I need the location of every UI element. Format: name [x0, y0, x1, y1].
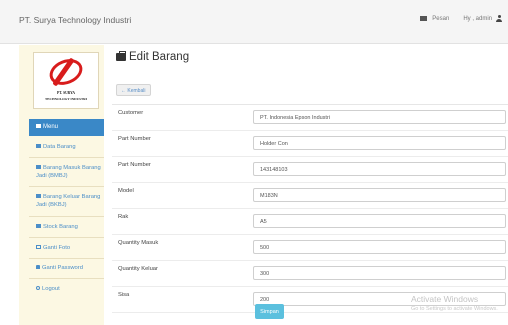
- lock-icon: [36, 265, 40, 269]
- menu-divider: [29, 258, 104, 259]
- sidebar-item-label: Ganti Foto: [43, 245, 71, 251]
- menu-divider: [29, 216, 104, 217]
- brand-title[interactable]: PT. Surya Technology Industri: [19, 15, 131, 25]
- sidebar-item-barang-keluar[interactable]: Barang Keluar Barang Jadi (BKBJ): [29, 194, 104, 209]
- rak-input[interactable]: A5: [253, 214, 506, 228]
- field-label: Sisa: [118, 292, 130, 298]
- save-button[interactable]: Simpan: [255, 304, 284, 319]
- menu-divider: [29, 237, 104, 238]
- form-row-quantity-keluar: Quantity Keluar 300: [112, 261, 508, 287]
- menu-header[interactable]: Menu: [29, 119, 104, 136]
- edit-barang-form: Customer PT. Indonesia Epson Industri Pa…: [112, 104, 508, 325]
- menu-divider: [29, 278, 104, 279]
- logo-text-line2: TECHNOLOGY INDUSTRI: [45, 97, 87, 101]
- menu-divider: [29, 186, 104, 187]
- field-label: Part Number: [118, 136, 151, 142]
- sidebar-item-ganti-password[interactable]: Ganti Password: [29, 265, 104, 273]
- messages-link[interactable]: Pesan: [432, 16, 449, 22]
- image-icon: [36, 245, 41, 249]
- back-button[interactable]: ← Kembali: [116, 84, 151, 96]
- activate-windows-watermark-subtitle: Go to Settings to activate Windows.: [411, 306, 498, 312]
- form-row-part-number-2: Part Number 143148103: [112, 157, 508, 183]
- sidebar-item-label: Ganti Password: [42, 265, 83, 271]
- sidebar-item-data-barang[interactable]: Data Barang: [29, 144, 104, 152]
- menu-divider: [29, 157, 104, 158]
- logout-icon: [36, 286, 40, 290]
- company-logo: PT. SURYA TECHNOLOGY INDUSTRI: [33, 52, 99, 109]
- sidebar-item-label: Barang Keluar Barang Jadi (BKBJ): [36, 194, 101, 208]
- user-greeting[interactable]: Hy , admin: [463, 16, 492, 22]
- page-title: Edit Barang: [116, 51, 189, 63]
- home-icon: [36, 124, 41, 128]
- sidebar-item-label: Stock Barang: [43, 224, 78, 230]
- sidebar: PT. SURYA TECHNOLOGY INDUSTRI Menu Data …: [19, 45, 104, 325]
- model-input[interactable]: M183N: [253, 188, 506, 202]
- top-navbar: PT. Surya Technology Industri Pesan Hy ,…: [0, 0, 508, 44]
- part-name-input[interactable]: Holder Con: [253, 136, 506, 150]
- user-icon: [496, 15, 502, 22]
- logo-text-line1: PT. SURYA: [56, 91, 76, 95]
- form-row-quantity-masuk: Quantity Masuk 500: [112, 235, 508, 261]
- sidebar-item-logout[interactable]: Logout: [29, 286, 104, 294]
- form-row-rak: Rak A5: [112, 209, 508, 235]
- activate-windows-watermark-title: Activate Windows: [411, 294, 479, 304]
- page-title-text: Edit Barang: [129, 51, 190, 63]
- menu-header-label: Menu: [43, 124, 59, 130]
- list-icon: [36, 224, 41, 228]
- form-row-customer: Customer PT. Indonesia Epson Industri: [112, 105, 508, 131]
- part-number-input[interactable]: 143148103: [253, 162, 506, 176]
- field-label: Part Number: [118, 162, 151, 168]
- sidebar-item-barang-masuk[interactable]: Barang Masuk Barang Jadi (BMBJ): [29, 165, 104, 180]
- sidebar-item-ganti-foto[interactable]: Ganti Foto: [29, 245, 104, 253]
- back-button-label: Kembali: [127, 88, 146, 94]
- field-label: Quantity Masuk: [118, 240, 159, 246]
- field-label: Customer: [118, 110, 144, 116]
- field-label: Quantity Keluar: [118, 266, 158, 272]
- list-icon: [36, 194, 41, 198]
- arrow-left-icon: ←: [121, 88, 126, 94]
- top-nav-right: Pesan Hy , admin: [420, 15, 502, 22]
- sidebar-item-label: Data Barang: [43, 144, 76, 150]
- form-row-model: Model M183N: [112, 183, 508, 209]
- customer-input[interactable]: PT. Indonesia Epson Industri: [253, 110, 506, 124]
- quantity-keluar-input[interactable]: 300: [253, 266, 506, 280]
- list-icon: [36, 165, 41, 169]
- field-label: Rak: [118, 214, 129, 220]
- sidebar-item-label: Logout: [42, 286, 60, 292]
- field-label: Model: [118, 188, 134, 194]
- sidebar-item-stock-barang[interactable]: Stock Barang: [29, 224, 104, 232]
- form-row-part-number: Part Number Holder Con: [112, 131, 508, 157]
- sidebar-item-label: Barang Masuk Barang Jadi (BMBJ): [36, 165, 101, 179]
- quantity-masuk-input[interactable]: 500: [253, 240, 506, 254]
- list-icon: [36, 144, 41, 148]
- briefcase-icon: [116, 51, 126, 61]
- message-icon: [420, 16, 428, 21]
